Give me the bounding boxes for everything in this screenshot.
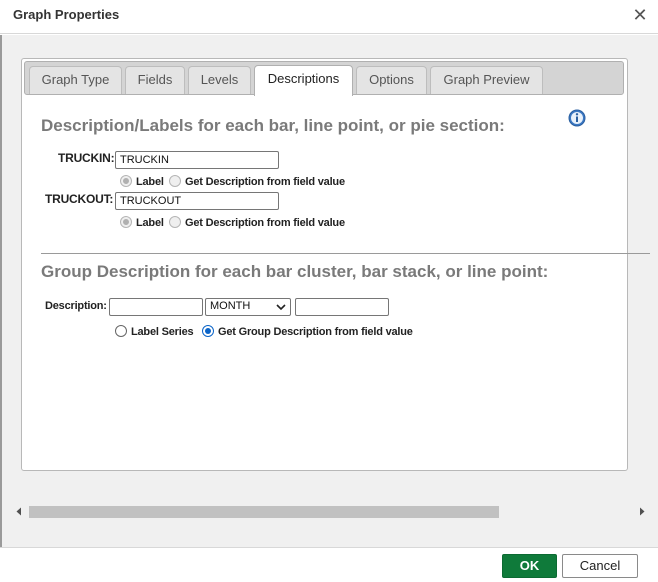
scroll-left-icon[interactable] <box>15 507 23 516</box>
cancel-button[interactable]: Cancel <box>562 554 638 578</box>
tab-levels[interactable]: Levels <box>188 66 251 94</box>
truckout-field-radio[interactable] <box>169 216 181 228</box>
truckout-field-radio-text: Get Description from field value <box>185 217 345 229</box>
section-divider <box>41 253 650 254</box>
window-edge <box>0 35 2 547</box>
dialog-footer <box>0 547 658 582</box>
chevron-down-icon <box>276 304 286 311</box>
group-heading: Group Description for each bar cluster, … <box>41 262 549 281</box>
tab-fields[interactable]: Fields <box>125 66 185 94</box>
label-series-radio[interactable] <box>115 325 127 337</box>
truckin-label-radio-text: Label <box>136 176 164 188</box>
truckout-label-radio[interactable] <box>120 216 132 228</box>
scroll-right-icon[interactable] <box>638 507 646 516</box>
tab-options[interactable]: Options <box>356 66 427 94</box>
truckin-input[interactable] <box>115 151 279 169</box>
truckin-label-radio[interactable] <box>120 175 132 187</box>
group-suffix-input[interactable] <box>295 298 389 316</box>
truckout-label: TRUCKOUT: <box>45 192 114 206</box>
info-icon[interactable] <box>568 109 586 127</box>
label-series-radio-text: Label Series <box>131 326 194 338</box>
truckout-label-radio-text: Label <box>136 217 164 229</box>
group-description-label: Description: <box>45 300 107 312</box>
truckin-field-radio-text: Get Description from field value <box>185 176 345 188</box>
horizontal-scrollbar[interactable] <box>12 503 649 520</box>
group-field-radio[interactable] <box>202 325 214 337</box>
tab-graph-type[interactable]: Graph Type <box>29 66 122 94</box>
truckout-input[interactable] <box>115 192 279 210</box>
tab-graph-preview[interactable]: Graph Preview <box>430 66 543 94</box>
group-field-select[interactable]: MONTH <box>205 298 291 316</box>
descriptions-heading: Description/Labels for each bar, line po… <box>41 116 505 135</box>
tab-descriptions[interactable]: Descriptions <box>254 65 353 96</box>
truckin-label: TRUCKIN: <box>58 151 115 165</box>
group-field-radio-text: Get Group Description from field value <box>218 326 413 338</box>
scrollbar-thumb[interactable] <box>29 506 499 518</box>
dialog-title-bar: Graph Properties ✕ <box>0 0 658 34</box>
ok-button[interactable]: OK <box>502 554 557 578</box>
group-prefix-input[interactable] <box>109 298 203 316</box>
close-icon[interactable]: ✕ <box>630 5 650 25</box>
truckin-field-radio[interactable] <box>169 175 181 187</box>
group-field-select-value: MONTH <box>210 300 251 312</box>
dialog-title: Graph Properties <box>13 7 120 22</box>
